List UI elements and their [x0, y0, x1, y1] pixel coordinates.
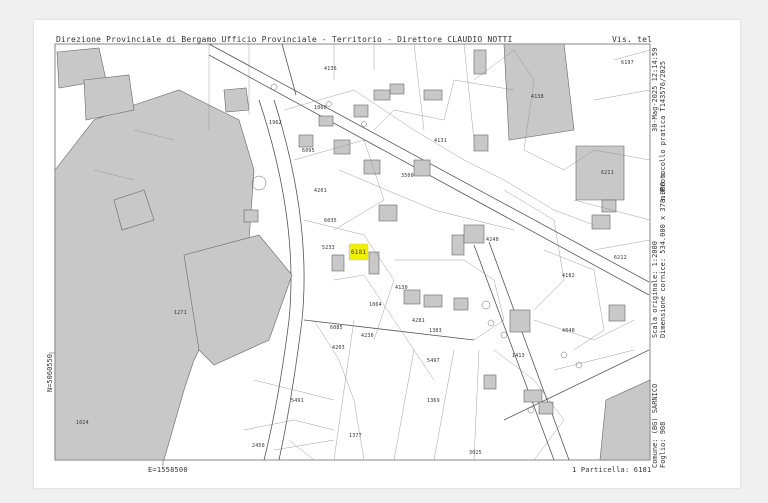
parcel-label: 4281	[412, 318, 425, 324]
parcel-label: 5491	[291, 398, 304, 404]
print-date: 30-Mag-2025 12:14:59	[651, 47, 659, 132]
parcel-label: 6197	[621, 60, 634, 66]
parcel-label: 6085	[330, 325, 343, 331]
parcel-label: 1024	[76, 420, 89, 426]
parcel-label: 6212	[614, 255, 627, 261]
parcel-label: 4138	[531, 94, 544, 100]
parcel-label: 2450	[252, 443, 265, 449]
parcel-label: 6095	[302, 148, 315, 154]
parcel-label: 1377	[349, 433, 362, 439]
comune-label: Comune: (BG) SARNICO	[651, 383, 659, 468]
parcel-label: 1064	[369, 302, 382, 308]
parcel-label: 6211	[601, 170, 614, 176]
parcel-label: 1369	[427, 398, 440, 404]
parcel-label: 4182	[562, 273, 575, 279]
parcel-label: 3500	[401, 173, 414, 179]
parcel-label: 5233	[322, 245, 335, 251]
parcel-label: 4131	[434, 138, 447, 144]
foglio-label: Foglio: 908	[659, 421, 667, 468]
parcel-label: 4130	[395, 285, 408, 291]
cadastral-map	[49, 43, 651, 466]
parcel-label: 1962	[269, 120, 282, 126]
parcel-label: 6035	[324, 218, 337, 224]
parcel-label: 4201	[314, 188, 327, 194]
parcel-label: 4203	[332, 345, 345, 351]
parcel-label: 5497	[427, 358, 440, 364]
parcel-label: 3025	[469, 450, 482, 456]
parcel-label: 1413	[512, 353, 525, 359]
parcel-label: 1383	[429, 328, 442, 334]
frame-dimension: Dimensione cornice: 534.000 x 378.000 m	[659, 173, 667, 338]
highlighted-parcel-label[interactable]: 6181	[351, 249, 366, 256]
map-sheet[interactable]: Direzione Provinciale di Bergamo Ufficio…	[34, 20, 740, 488]
original-scale: Scala originale: 1:2000	[651, 241, 659, 338]
parcel-label: 4136	[324, 66, 337, 72]
parcel-label: 4040	[562, 328, 575, 334]
parcel-label: 4236	[361, 333, 374, 339]
parcel-label: 1060	[314, 105, 327, 111]
particella-label: 1 Particella: 6181	[572, 466, 652, 474]
east-coordinate: E=1558500	[148, 466, 188, 474]
parcel-label: 1271	[174, 310, 187, 316]
north-coordinate: N=5060550	[46, 354, 54, 392]
parcel-label: 4240	[486, 237, 499, 243]
